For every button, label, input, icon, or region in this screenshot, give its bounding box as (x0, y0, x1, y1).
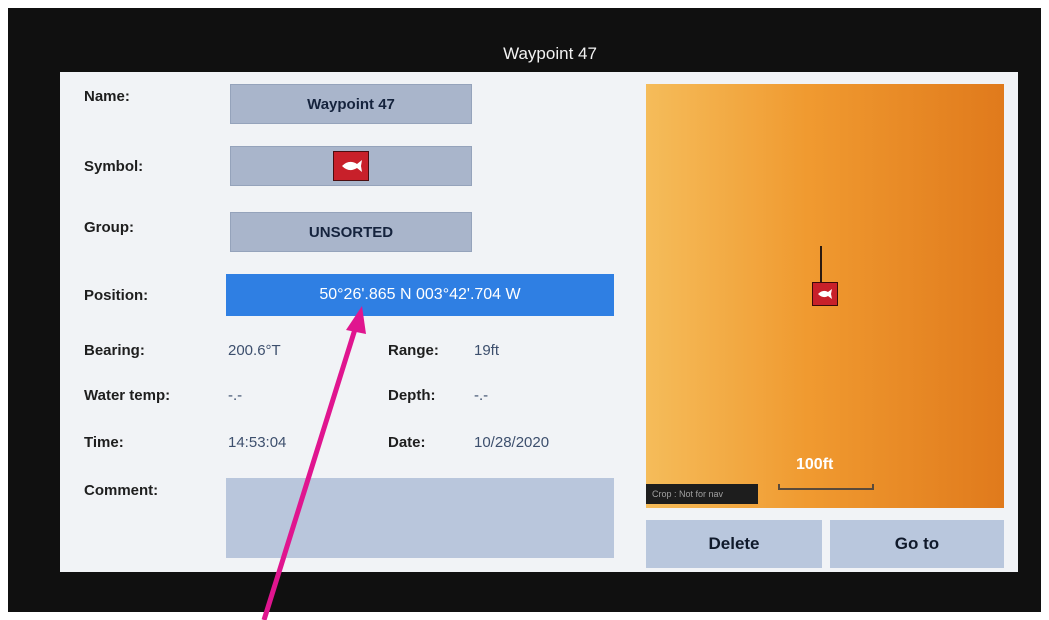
annotation-arrow (261, 306, 366, 620)
